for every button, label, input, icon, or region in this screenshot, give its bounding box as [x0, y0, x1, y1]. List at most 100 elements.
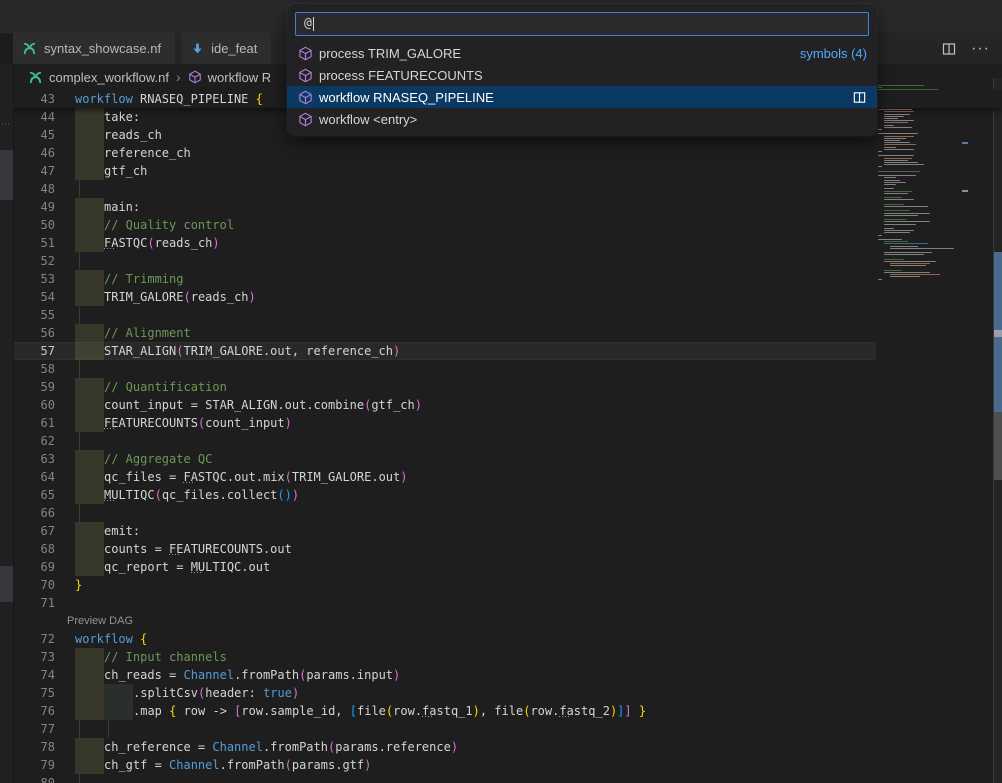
line-number: 60: [13, 396, 55, 414]
breadcrumb-file[interactable]: complex_workflow.nf: [49, 70, 169, 85]
codelens-preview-dag[interactable]: Preview DAG: [67, 612, 467, 630]
minimap-line: [884, 158, 912, 159]
indent-highlight: [75, 666, 104, 684]
minimap-line: [878, 151, 882, 152]
quick-open-item-label: workflow <entry>: [319, 112, 417, 127]
indent-highlight: [75, 540, 104, 558]
code-line[interactable]: 53// Trimming: [0, 270, 1002, 288]
quick-open-item[interactable]: process FEATURECOUNTS: [287, 64, 877, 86]
indent-highlight: [75, 378, 104, 396]
code-line[interactable]: 54 TRIM_GALORE(reads_ch): [0, 288, 1002, 306]
code-line[interactable]: 55: [0, 306, 1002, 324]
code-line[interactable]: 80: [0, 774, 1002, 783]
line-number: 44: [13, 108, 55, 126]
indent-highlight: [75, 342, 104, 360]
code-line[interactable]: 79ch_gtf = Channel.fromPath(params.gtf): [0, 756, 1002, 774]
code-line[interactable]: 64qc_files = FASTQC.out.mix(TRIM_GALORE.…: [0, 468, 1002, 486]
code-line[interactable]: 52: [0, 252, 1002, 270]
code-text: qc_report = MULTIQC.out: [104, 558, 270, 576]
tab-ide-features[interactable]: ide_feat: [182, 33, 271, 64]
code-line[interactable]: 73// Input channels: [0, 648, 1002, 666]
code-line[interactable]: 76.map { row -> [row.sample_id, [file(ro…: [0, 702, 1002, 720]
code-text: TRIM_GALORE(reads_ch): [104, 288, 256, 306]
line-number: 76: [13, 702, 55, 720]
line-number: 75: [13, 684, 55, 702]
text-cursor: [313, 17, 314, 31]
indent-highlight: [75, 450, 104, 468]
code-line[interactable]: 67emit:: [0, 522, 1002, 540]
code-text: workflow {: [75, 630, 147, 648]
scrollbar[interactable]: [993, 78, 1002, 783]
minimap-mark: [962, 142, 968, 144]
line-number: 54: [13, 288, 55, 306]
quick-open-input[interactable]: @: [295, 12, 869, 36]
open-to-side-icon[interactable]: [852, 90, 867, 105]
split-editor-icon[interactable]: [941, 41, 957, 57]
code-line[interactable]: 50// Quality control: [0, 216, 1002, 234]
indent-guide: [79, 180, 80, 198]
quick-open-item[interactable]: process TRIM_GALOREsymbols (4): [287, 42, 877, 64]
minimap[interactable]: [878, 85, 975, 315]
minimap-line: [884, 127, 912, 128]
code-line[interactable]: 56// Alignment: [0, 324, 1002, 342]
quick-open-item-label: process TRIM_GALORE: [319, 46, 461, 61]
indent-guide: [79, 432, 80, 450]
code-line[interactable]: 48: [0, 180, 1002, 198]
code-line[interactable]: 65MULTIQC(qc_files.collect()): [0, 486, 1002, 504]
code-text: FASTQC(reads_ch): [104, 234, 220, 252]
code-line[interactable]: 51FASTQC(reads_ch): [0, 234, 1002, 252]
line-number: 46: [13, 144, 55, 162]
code-text: // Input channels: [104, 648, 227, 666]
minimap-line: [884, 232, 910, 233]
line-number: 78: [13, 738, 55, 756]
quick-open-item[interactable]: workflow <entry>: [287, 108, 877, 130]
minimap-line: [878, 155, 914, 156]
minimap-line: [884, 118, 898, 119]
line-number: 59: [13, 378, 55, 396]
code-line[interactable]: 69 qc_report = MULTIQC.out: [0, 558, 1002, 576]
tabbar-actions: ···: [941, 33, 1002, 64]
code-line[interactable]: 66: [0, 504, 1002, 522]
minimap-line: [884, 125, 894, 126]
code-line[interactable]: 75.splitCsv(header: true): [0, 684, 1002, 702]
code-line[interactable]: 71: [0, 594, 1002, 612]
code-line[interactable]: 59// Quantification: [0, 378, 1002, 396]
code-text: // Trimming: [104, 270, 183, 288]
quick-open-query: @: [304, 16, 312, 32]
indent-highlight: [75, 522, 104, 540]
minimap-line: [884, 241, 908, 242]
quick-open-item[interactable]: workflow RNASEQ_PIPELINE: [287, 86, 877, 108]
code-line[interactable]: 49main:: [0, 198, 1002, 216]
code-line[interactable]: 77: [0, 720, 1002, 738]
breadcrumb-symbol[interactable]: workflow R: [208, 70, 272, 85]
minimap-line: [878, 239, 902, 240]
current-line-highlight: [13, 342, 876, 360]
code-line[interactable]: 70}: [0, 576, 1002, 594]
code-line[interactable]: 46 reference_ch: [0, 144, 1002, 162]
code-line[interactable]: 58: [0, 360, 1002, 378]
code-text: // Aggregate QC: [104, 450, 212, 468]
scrollbar-slider[interactable]: [994, 412, 1002, 480]
code-line[interactable]: 57STAR_ALIGN(TRIM_GALORE.out, reference_…: [0, 342, 1002, 360]
minimap-line: [884, 136, 914, 137]
code-line[interactable]: 60count_input = STAR_ALIGN.out.combine(g…: [0, 396, 1002, 414]
more-actions-icon[interactable]: ···: [971, 44, 990, 54]
line-number: 77: [13, 720, 55, 738]
code-line[interactable]: 68counts = FEATURECOUNTS.out: [0, 540, 1002, 558]
code-line[interactable]: 47gtf_ch: [0, 162, 1002, 180]
line-number: 61: [13, 414, 55, 432]
indent-highlight: [75, 144, 104, 162]
code-text: reference_ch: [104, 144, 191, 162]
code-line[interactable]: 62: [0, 432, 1002, 450]
minimap-line: [878, 94, 916, 95]
code-line[interactable]: 78ch_reference = Channel.fromPath(params…: [0, 738, 1002, 756]
code-line[interactable]: 63// Aggregate QC: [0, 450, 1002, 468]
minimap-line: [884, 259, 904, 260]
code-line[interactable]: 61FEATURECOUNTS(count_input): [0, 414, 1002, 432]
code-line[interactable]: 72workflow {: [0, 630, 1002, 648]
code-line[interactable]: 74ch_reads = Channel.fromPath(params.inp…: [0, 666, 1002, 684]
minimap-line: [884, 111, 914, 112]
minimap-line: [878, 92, 933, 93]
line-number: 69: [13, 558, 55, 576]
tab-syntax-showcase[interactable]: syntax_showcase.nf: [13, 33, 175, 64]
